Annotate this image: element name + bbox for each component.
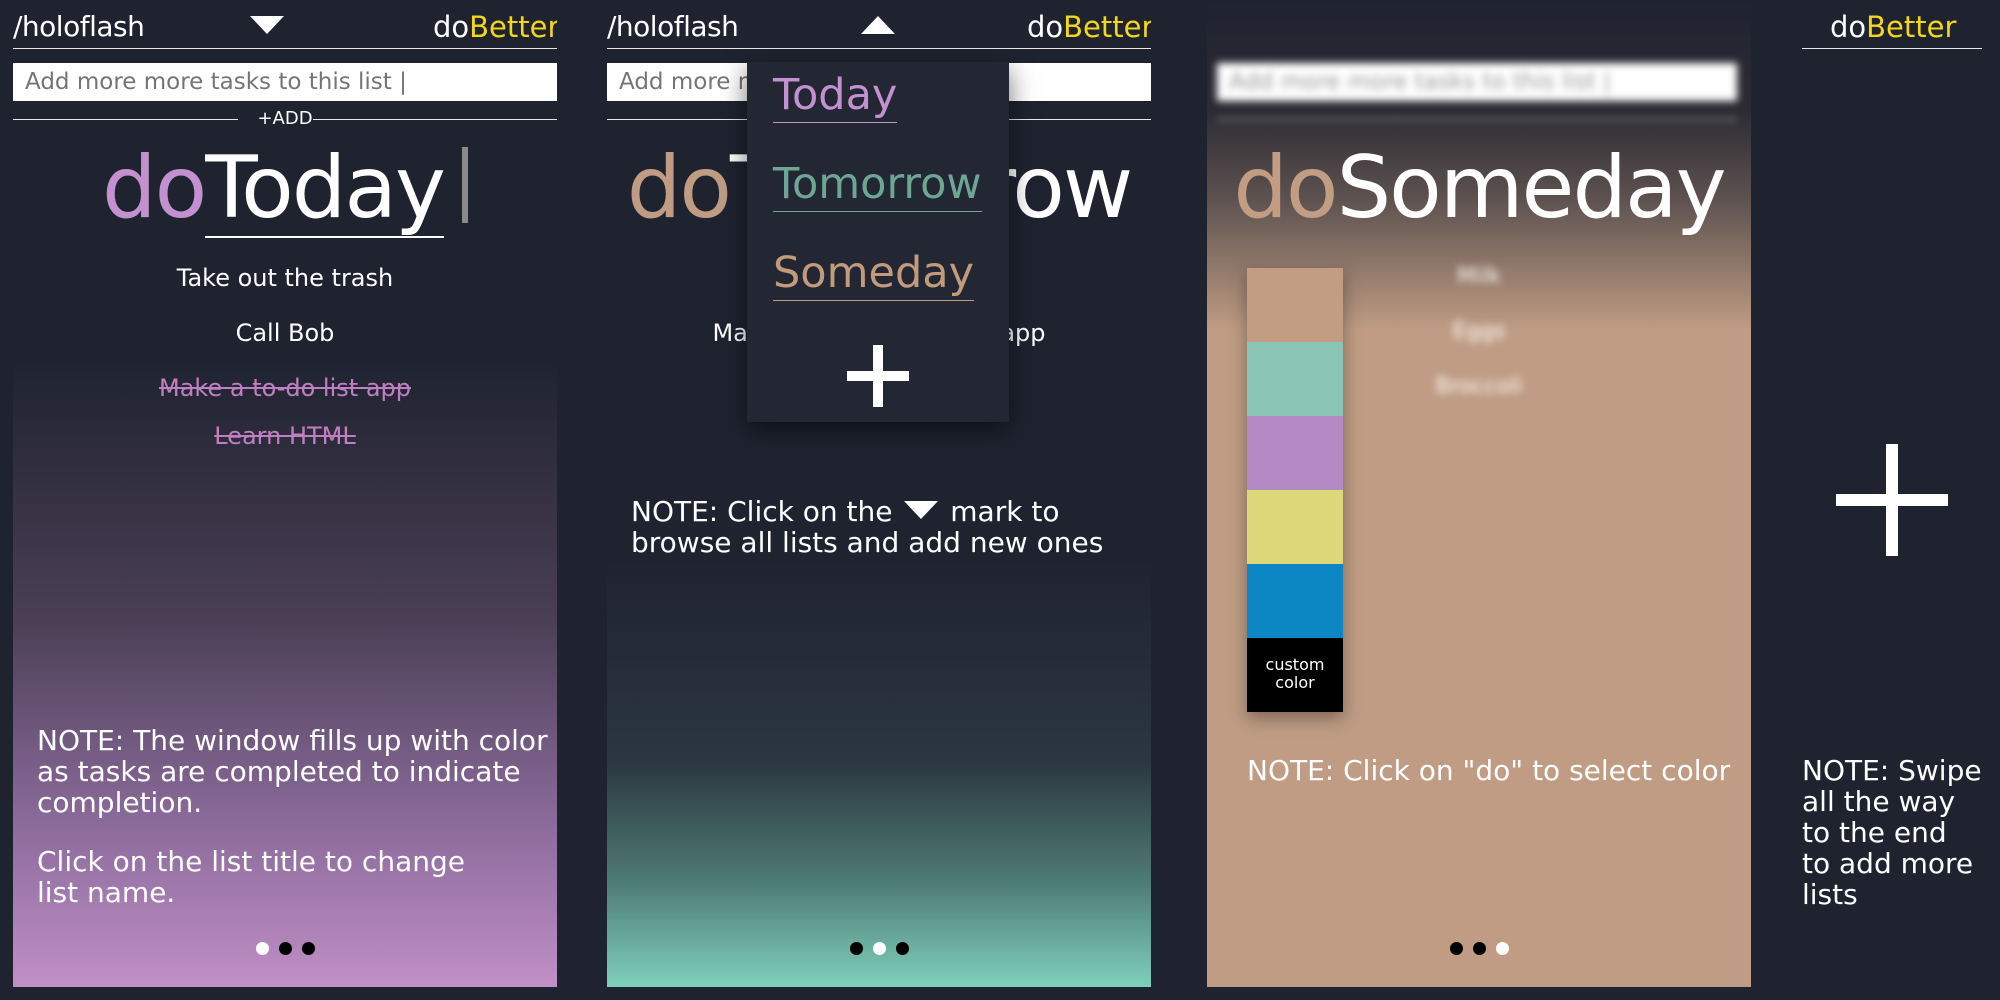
color-swatch[interactable] xyxy=(1247,268,1343,342)
add-task-button[interactable]: +ADD xyxy=(13,108,557,132)
task-item[interactable]: Take out the trash xyxy=(13,264,557,292)
color-swatch[interactable] xyxy=(1247,416,1343,490)
page-dot[interactable] xyxy=(849,942,863,955)
list-panel-tomorrow: /holoflash doBetter doTomorrow Make a be… xyxy=(607,0,1151,987)
lists-dropdown: Today Tomorrow Someday xyxy=(747,62,1009,422)
color-swatch[interactable] xyxy=(1247,342,1343,416)
header-divider xyxy=(607,48,1151,49)
brand-logo: doBetter xyxy=(1027,10,1151,44)
list-name[interactable]: Someday xyxy=(1337,138,1727,238)
note-text: NOTE: Swipe all the way to the end to ad… xyxy=(1802,754,1982,911)
note-text: NOTE: Click on "do" to select color xyxy=(1247,754,1731,787)
note-text: NOTE: The window fills up with color as … xyxy=(37,724,548,819)
add-task-input[interactable] xyxy=(13,63,557,101)
title-do-color-picker[interactable]: do xyxy=(1233,138,1338,238)
page-dot[interactable] xyxy=(1449,942,1463,955)
chevron-down-icon[interactable] xyxy=(250,16,284,34)
triangle-down-icon xyxy=(904,501,939,519)
task-item[interactable]: Call Bob xyxy=(13,319,557,347)
header-divider xyxy=(1802,48,1982,49)
page-dot[interactable] xyxy=(301,942,315,955)
list-title[interactable]: doToday xyxy=(13,138,557,238)
header-divider xyxy=(13,48,557,49)
list-panel-someday: Add more more tasks to this list | doSom… xyxy=(1207,0,1751,987)
task-item-completed[interactable]: Make a to-do list app xyxy=(13,374,557,402)
page-dot[interactable] xyxy=(872,942,886,955)
add-list-plus-icon[interactable] xyxy=(847,345,909,407)
color-swatch[interactable] xyxy=(1247,564,1343,638)
brand-logo: doBetter xyxy=(1830,10,1957,44)
task-item-completed[interactable]: Learn HTML xyxy=(13,422,557,450)
username-label: /holoflash xyxy=(607,10,739,43)
page-dot[interactable] xyxy=(278,942,292,955)
list-name[interactable]: Today xyxy=(205,141,446,238)
page-indicator xyxy=(607,940,1151,959)
page-dot[interactable] xyxy=(255,942,269,955)
page-dot[interactable] xyxy=(895,942,909,955)
list-title[interactable]: doSomeday xyxy=(1207,138,1751,238)
page-dot[interactable] xyxy=(1472,942,1486,955)
text-cursor xyxy=(461,147,468,223)
list-panel-today: /holoflash doBetter +ADD doToday Take ou… xyxy=(13,0,557,987)
dropdown-item-someday[interactable]: Someday xyxy=(773,248,975,301)
add-list-plus-icon[interactable] xyxy=(1836,444,1948,556)
title-do-color-picker[interactable]: do xyxy=(102,138,207,238)
username-label: /holoflash xyxy=(13,10,145,43)
brand-logo: doBetter xyxy=(433,10,557,44)
custom-color-button[interactable]: custom color xyxy=(1247,638,1343,712)
dropdown-item-tomorrow[interactable]: Tomorrow xyxy=(773,159,982,212)
add-task-button xyxy=(1217,108,1737,132)
color-picker: custom color xyxy=(1247,268,1343,712)
note-text: NOTE: Click on the mark to browse all li… xyxy=(631,495,1104,559)
add-list-panel: doBetter NOTE: Swipe all the way to the … xyxy=(1800,0,2000,987)
page-indicator xyxy=(13,940,557,959)
page-indicator xyxy=(1207,940,1751,959)
note-text: Click on the list title to change list n… xyxy=(37,845,465,909)
chevron-up-icon[interactable] xyxy=(861,16,895,34)
title-do-color-picker[interactable]: do xyxy=(627,138,732,238)
dropdown-item-today[interactable]: Today xyxy=(773,70,898,123)
color-swatch[interactable] xyxy=(1247,490,1343,564)
page-dot[interactable] xyxy=(1495,942,1509,955)
add-task-input: Add more more tasks to this list | xyxy=(1217,63,1737,101)
